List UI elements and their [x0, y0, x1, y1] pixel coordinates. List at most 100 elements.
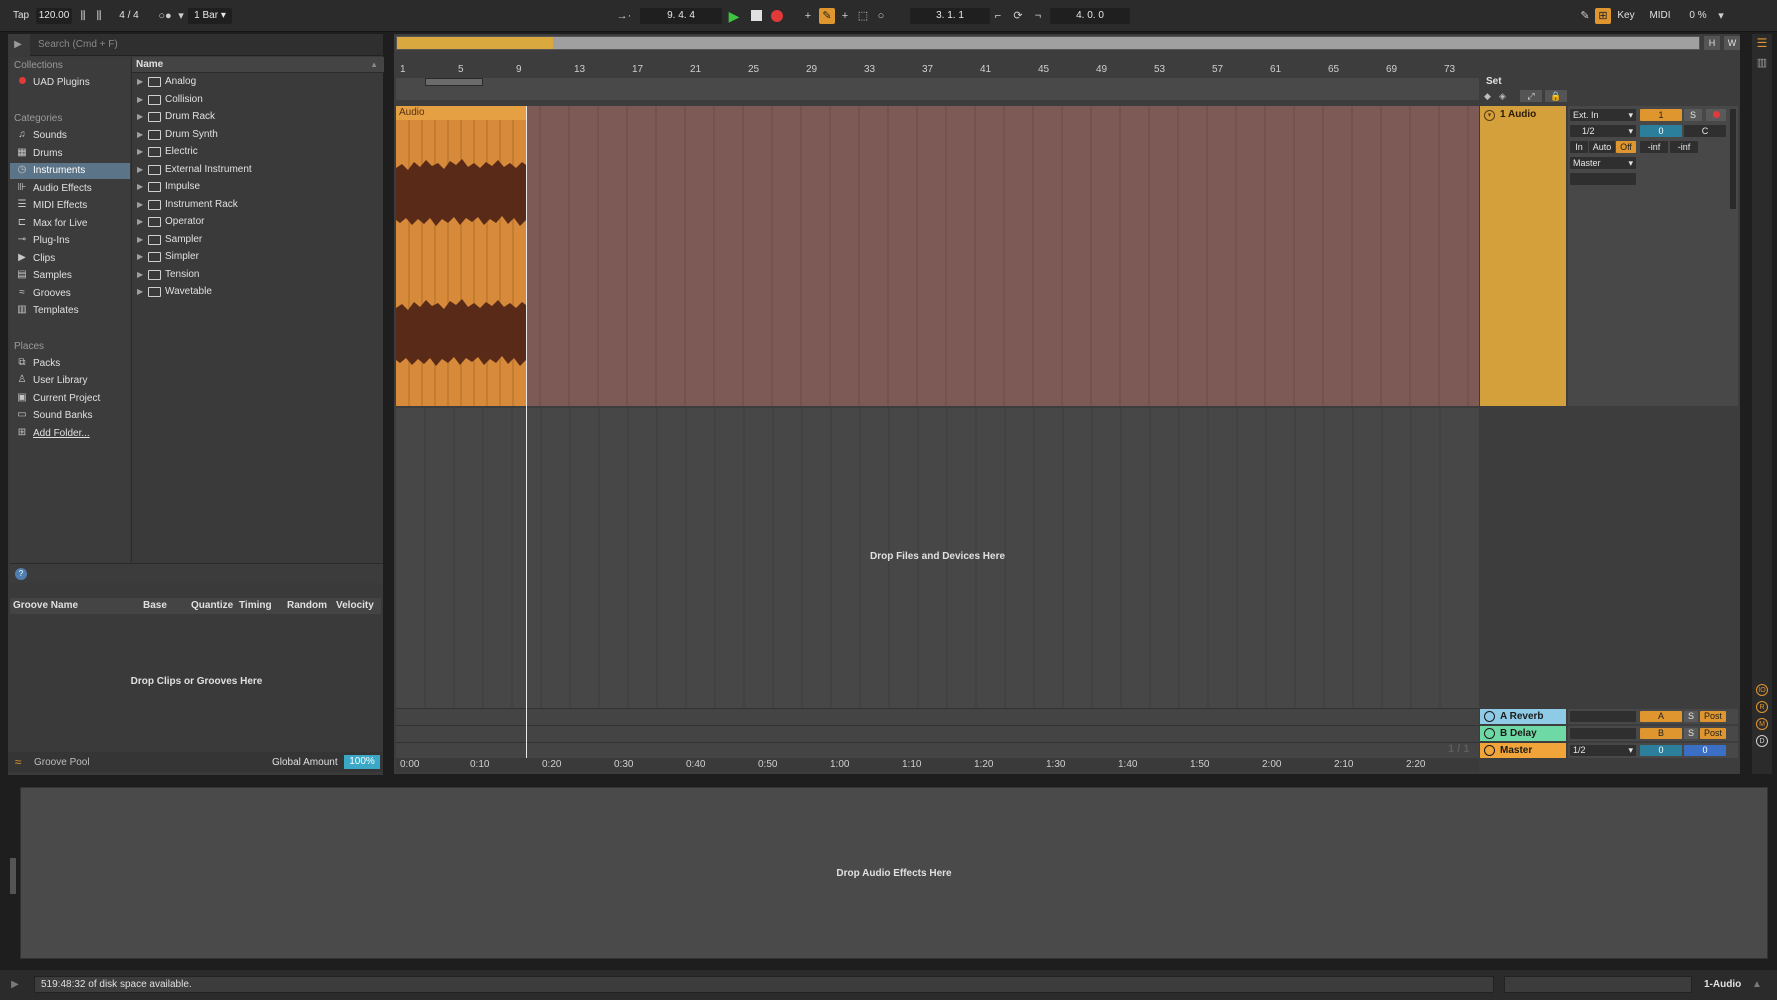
list-item[interactable]: ▶ Wavetable	[132, 284, 384, 300]
device-view-toggle-icon[interactable]: ▲	[1750, 978, 1764, 992]
track-fold-icon[interactable]	[1484, 711, 1495, 722]
groove-quantize-header[interactable]: Quantize	[191, 598, 233, 614]
sidebar-item-plug-ins[interactable]: ⊸ Plug-Ins	[10, 233, 130, 249]
expand-icon[interactable]: ▶	[137, 197, 143, 213]
session-record-icon[interactable]: ○	[873, 8, 889, 24]
track-header-master[interactable]: Master	[1480, 743, 1566, 758]
draw-mode-icon[interactable]: ✎	[1577, 8, 1593, 24]
audio-clip-header[interactable]: Audio	[396, 106, 526, 120]
loop-brace[interactable]	[425, 78, 483, 86]
sidebar-item-grooves[interactable]: ≈ Grooves	[10, 286, 130, 302]
sidebar-item-drums[interactable]: ▦ Drums	[10, 146, 130, 162]
device-view-handle[interactable]	[10, 858, 16, 894]
volume-field[interactable]: 0	[1640, 125, 1682, 137]
list-item[interactable]: ▶ Drum Rack	[132, 109, 384, 125]
chevron-down-icon[interactable]: ▾	[176, 8, 186, 24]
overview-h-button[interactable]: H	[1704, 36, 1720, 50]
sidebar-item-samples[interactable]: ▤ Samples	[10, 268, 130, 284]
track-header-a-reverb[interactable]: A Reverb	[1480, 709, 1566, 724]
track-fold-icon[interactable]	[1484, 745, 1495, 756]
nudge-up-icon[interactable]: ⫼	[91, 8, 107, 24]
expand-icon[interactable]: ▶	[137, 74, 143, 90]
solo-button[interactable]: S	[1684, 109, 1702, 121]
master-output-select[interactable]: 1/2 ▾	[1570, 745, 1636, 756]
return-track-lanes[interactable]	[396, 708, 1479, 758]
output-channel-select[interactable]	[1570, 173, 1636, 185]
list-item[interactable]: ▶ Impulse	[132, 179, 384, 195]
search-input[interactable]: Search (Cmd + F)	[30, 34, 383, 56]
expand-icon[interactable]: ▶	[137, 127, 143, 143]
sidebar-item-clips[interactable]: ▶ Clips	[10, 251, 130, 267]
tempo-field[interactable]: 120.00	[36, 8, 72, 24]
expand-icon[interactable]: ▶	[137, 214, 143, 230]
sidebar-item-sounds[interactable]: ♫ Sounds	[10, 128, 130, 144]
loop-start-field[interactable]: 3. 1. 1	[910, 8, 990, 24]
expand-icon[interactable]: ▶	[137, 249, 143, 265]
return-toggle-icon[interactable]: R	[1756, 701, 1768, 713]
record-icon[interactable]	[769, 8, 785, 24]
master-cue-field[interactable]: 0	[1684, 745, 1726, 756]
name-column-header[interactable]: Name ▲	[132, 57, 384, 73]
list-item[interactable]: ▶ Analog	[132, 74, 384, 90]
monitor-in-button[interactable]: In	[1570, 141, 1588, 153]
sidebar-item-midi-effects[interactable]: ☰ MIDI Effects	[10, 198, 130, 214]
sidebar-item-templates[interactable]: ▥ Templates	[10, 303, 130, 319]
arrangement-overview[interactable]	[396, 36, 1700, 50]
loop-brace-bar[interactable]	[396, 78, 1479, 100]
preview-icon[interactable]: ?	[15, 568, 27, 580]
keyboard-icon[interactable]: ⊞	[1595, 8, 1611, 24]
groove-base-header[interactable]: Base	[143, 598, 167, 614]
playhead-line[interactable]	[526, 106, 527, 758]
return-b-output[interactable]	[1570, 728, 1636, 739]
groove-timing-header[interactable]: Timing	[239, 598, 272, 614]
list-item[interactable]: ▶ Simpler	[132, 249, 384, 265]
pan-field[interactable]: C	[1684, 125, 1726, 137]
expand-icon[interactable]: ▶	[137, 284, 143, 300]
track-activator-button[interactable]: 1	[1640, 109, 1682, 121]
sidebar-item-current-project[interactable]: ▣ Current Project	[10, 391, 130, 407]
output-select[interactable]: Master ▾	[1570, 157, 1636, 169]
mixer-toggle-icon[interactable]: ▥	[1755, 56, 1769, 70]
song-position-field[interactable]: 9. 4. 4	[640, 8, 722, 24]
global-amount-field[interactable]: 100%	[344, 755, 380, 769]
re-enable-automation-icon[interactable]: +	[837, 8, 853, 24]
menu-icon[interactable]: ☰	[1755, 36, 1769, 50]
expand-icon[interactable]: ▶	[137, 267, 143, 283]
lock-icon[interactable]: 🔒	[1545, 90, 1567, 102]
metronome-icon[interactable]: ○●	[154, 8, 176, 24]
loop-icon[interactable]: ⟳	[1010, 8, 1026, 24]
overview-w-button[interactable]: W	[1724, 36, 1740, 50]
return-a-activator[interactable]: A	[1640, 711, 1682, 722]
sidebar-item-sound-banks[interactable]: ▭ Sound Banks	[10, 408, 130, 424]
time-signature-field[interactable]: 4 / 4	[112, 8, 146, 24]
monitor-off-button[interactable]: Off	[1616, 141, 1636, 153]
sidebar-item-packs[interactable]: ⧉ Packs	[10, 356, 130, 372]
follow-icon[interactable]: →·	[614, 8, 634, 24]
return-b-post[interactable]: Post	[1700, 728, 1726, 739]
midi-map-button[interactable]: MIDI	[1646, 8, 1674, 24]
expand-tracks-icon[interactable]: ⤢	[1520, 90, 1542, 102]
return-b-activator[interactable]: B	[1640, 728, 1682, 739]
capture-icon[interactable]: ⬚	[855, 8, 871, 24]
track-scrollbar[interactable]	[1730, 109, 1736, 209]
sidebar-item-uad-plugins[interactable]: UAD Plugins	[10, 75, 130, 91]
key-map-button[interactable]: Key	[1614, 8, 1638, 24]
track-fold-icon[interactable]: ▾	[1484, 110, 1495, 121]
quantize-menu[interactable]: 1 Bar ▾	[188, 8, 232, 24]
overdub-icon[interactable]: +	[800, 8, 816, 24]
chevron-down-icon[interactable]: ▾	[1716, 8, 1726, 24]
browser-show-icon[interactable]: ▶	[8, 978, 22, 992]
expand-icon[interactable]: ▶	[137, 109, 143, 125]
expand-icon[interactable]: ▶	[137, 162, 143, 178]
arm-button[interactable]	[1706, 109, 1726, 121]
master-volume-field[interactable]: 0	[1640, 745, 1682, 756]
groove-pool-icon[interactable]: ≈	[10, 754, 26, 770]
track-fold-icon[interactable]	[1484, 728, 1495, 739]
list-item[interactable]: ▶ External Instrument	[132, 162, 384, 178]
io-toggle-icon[interactable]: IO	[1756, 684, 1768, 696]
automation-arm-icon[interactable]: ✎	[819, 8, 835, 24]
list-item[interactable]: ▶ Drum Synth	[132, 127, 384, 143]
tap-button[interactable]: Tap	[10, 8, 32, 24]
return-a-output[interactable]	[1570, 711, 1636, 722]
sidebar-item-max-for-live[interactable]: ⊏ Max for Live	[10, 216, 130, 232]
